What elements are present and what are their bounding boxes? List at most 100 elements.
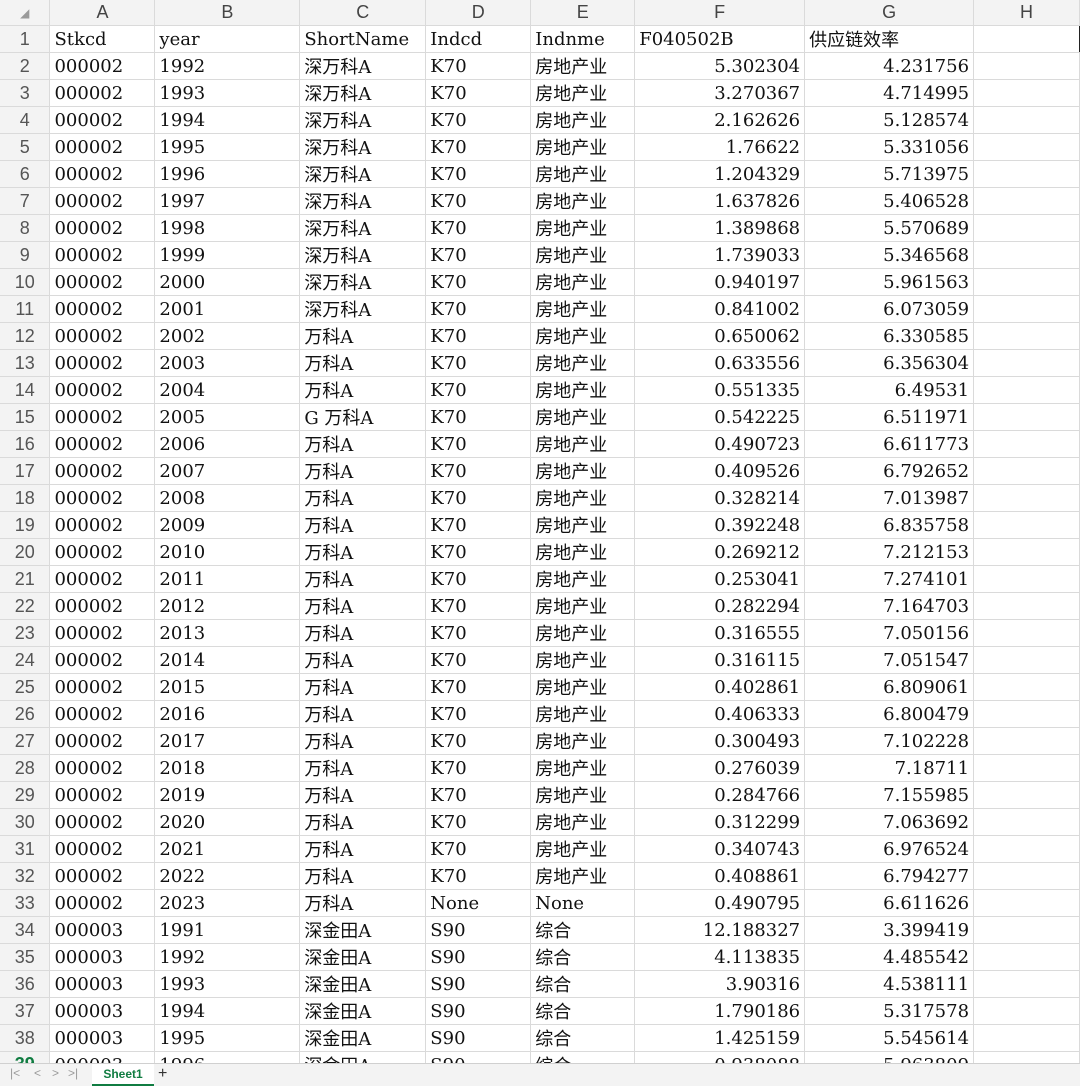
cell-C16[interactable]: 万科A xyxy=(299,430,427,458)
cell-B7[interactable]: 1997 xyxy=(154,187,301,215)
cell-E39[interactable]: 综合 xyxy=(530,1051,636,1063)
cell-F6[interactable]: 1.204329 xyxy=(634,160,806,188)
cell-G33[interactable]: 6.611626 xyxy=(804,889,975,917)
column-header-B[interactable]: B xyxy=(154,0,301,26)
cell-H18[interactable] xyxy=(973,484,1080,512)
cell-A9[interactable]: 000002 xyxy=(49,241,156,269)
cell-C24[interactable]: 万科A xyxy=(299,646,427,674)
cell-B13[interactable]: 2003 xyxy=(154,349,301,377)
cell-B22[interactable]: 2012 xyxy=(154,592,301,620)
cell-H37[interactable] xyxy=(973,997,1080,1025)
row-number[interactable]: 17 xyxy=(0,457,51,485)
cell-G35[interactable]: 4.485542 xyxy=(804,943,975,971)
cell-E23[interactable]: 房地产业 xyxy=(530,619,636,647)
column-header-E[interactable]: E xyxy=(530,0,636,26)
cell-B31[interactable]: 2021 xyxy=(154,835,301,863)
row-number[interactable]: 32 xyxy=(0,862,51,890)
row-number[interactable]: 20 xyxy=(0,538,51,566)
cell-G29[interactable]: 7.155985 xyxy=(804,781,975,809)
cell-G1[interactable]: 供应链效率 xyxy=(804,25,975,53)
cell-A21[interactable]: 000002 xyxy=(49,565,156,593)
cell-H12[interactable] xyxy=(973,322,1080,350)
cell-B12[interactable]: 2002 xyxy=(154,322,301,350)
cell-E17[interactable]: 房地产业 xyxy=(530,457,636,485)
cell-E30[interactable]: 房地产业 xyxy=(530,808,636,836)
cell-F27[interactable]: 0.300493 xyxy=(634,727,806,755)
cell-H26[interactable] xyxy=(973,700,1080,728)
cell-F28[interactable]: 0.276039 xyxy=(634,754,806,782)
cell-F4[interactable]: 2.162626 xyxy=(634,106,806,134)
cell-B4[interactable]: 1994 xyxy=(154,106,301,134)
cell-C32[interactable]: 万科A xyxy=(299,862,427,890)
cell-H35[interactable] xyxy=(973,943,1080,971)
cell-E10[interactable]: 房地产业 xyxy=(530,268,636,296)
cell-A37[interactable]: 000003 xyxy=(49,997,156,1025)
cell-D3[interactable]: K70 xyxy=(425,79,532,107)
cell-H20[interactable] xyxy=(973,538,1080,566)
cell-H5[interactable] xyxy=(973,133,1080,161)
row-number[interactable]: 14 xyxy=(0,376,51,404)
cell-D38[interactable]: S90 xyxy=(425,1024,532,1052)
cell-C21[interactable]: 万科A xyxy=(299,565,427,593)
cell-H7[interactable] xyxy=(973,187,1080,215)
cell-F39[interactable]: 0.938088 xyxy=(634,1051,806,1063)
cell-D25[interactable]: K70 xyxy=(425,673,532,701)
cell-H4[interactable] xyxy=(973,106,1080,134)
cell-D12[interactable]: K70 xyxy=(425,322,532,350)
row-number[interactable]: 35 xyxy=(0,943,51,971)
cell-D39[interactable]: S90 xyxy=(425,1051,532,1063)
cell-F9[interactable]: 1.739033 xyxy=(634,241,806,269)
cell-B10[interactable]: 2000 xyxy=(154,268,301,296)
cell-C29[interactable]: 万科A xyxy=(299,781,427,809)
cell-B29[interactable]: 2019 xyxy=(154,781,301,809)
cell-H9[interactable] xyxy=(973,241,1080,269)
cell-C22[interactable]: 万科A xyxy=(299,592,427,620)
cell-G24[interactable]: 7.051547 xyxy=(804,646,975,674)
cell-G31[interactable]: 6.976524 xyxy=(804,835,975,863)
row-number[interactable]: 15 xyxy=(0,403,51,431)
cell-E3[interactable]: 房地产业 xyxy=(530,79,636,107)
cell-C1[interactable]: ShortName xyxy=(299,25,427,53)
cell-B32[interactable]: 2022 xyxy=(154,862,301,890)
row-number[interactable]: 34 xyxy=(0,916,51,944)
cell-C6[interactable]: 深万科A xyxy=(299,160,427,188)
row-number[interactable]: 4 xyxy=(0,106,51,134)
cell-A15[interactable]: 000002 xyxy=(49,403,156,431)
cell-F34[interactable]: 12.188327 xyxy=(634,916,806,944)
cell-A18[interactable]: 000002 xyxy=(49,484,156,512)
cell-F24[interactable]: 0.316115 xyxy=(634,646,806,674)
cell-B24[interactable]: 2014 xyxy=(154,646,301,674)
cell-H13[interactable] xyxy=(973,349,1080,377)
cell-C39[interactable]: 深金田A xyxy=(299,1051,427,1063)
cell-C11[interactable]: 深万科A xyxy=(299,295,427,323)
cell-F33[interactable]: 0.490795 xyxy=(634,889,806,917)
cell-C27[interactable]: 万科A xyxy=(299,727,427,755)
cell-B39[interactable]: 1996 xyxy=(154,1051,301,1063)
cell-C35[interactable]: 深金田A xyxy=(299,943,427,971)
row-number[interactable]: 11 xyxy=(0,295,51,323)
cell-E1[interactable]: Indnme xyxy=(530,25,636,53)
cell-G21[interactable]: 7.274101 xyxy=(804,565,975,593)
cell-D5[interactable]: K70 xyxy=(425,133,532,161)
cell-G28[interactable]: 7.18711 xyxy=(804,754,975,782)
row-number[interactable]: 22 xyxy=(0,592,51,620)
cell-D11[interactable]: K70 xyxy=(425,295,532,323)
cell-A35[interactable]: 000003 xyxy=(49,943,156,971)
cell-D31[interactable]: K70 xyxy=(425,835,532,863)
cell-B16[interactable]: 2006 xyxy=(154,430,301,458)
cell-B20[interactable]: 2010 xyxy=(154,538,301,566)
cell-E12[interactable]: 房地产业 xyxy=(530,322,636,350)
cell-B5[interactable]: 1995 xyxy=(154,133,301,161)
cell-B23[interactable]: 2013 xyxy=(154,619,301,647)
cell-A8[interactable]: 000002 xyxy=(49,214,156,242)
cell-B33[interactable]: 2023 xyxy=(154,889,301,917)
cell-F17[interactable]: 0.409526 xyxy=(634,457,806,485)
cell-E26[interactable]: 房地产业 xyxy=(530,700,636,728)
cell-B9[interactable]: 1999 xyxy=(154,241,301,269)
cell-A20[interactable]: 000002 xyxy=(49,538,156,566)
cell-C31[interactable]: 万科A xyxy=(299,835,427,863)
row-number[interactable]: 19 xyxy=(0,511,51,539)
cell-F29[interactable]: 0.284766 xyxy=(634,781,806,809)
cell-E22[interactable]: 房地产业 xyxy=(530,592,636,620)
cell-G10[interactable]: 5.961563 xyxy=(804,268,975,296)
